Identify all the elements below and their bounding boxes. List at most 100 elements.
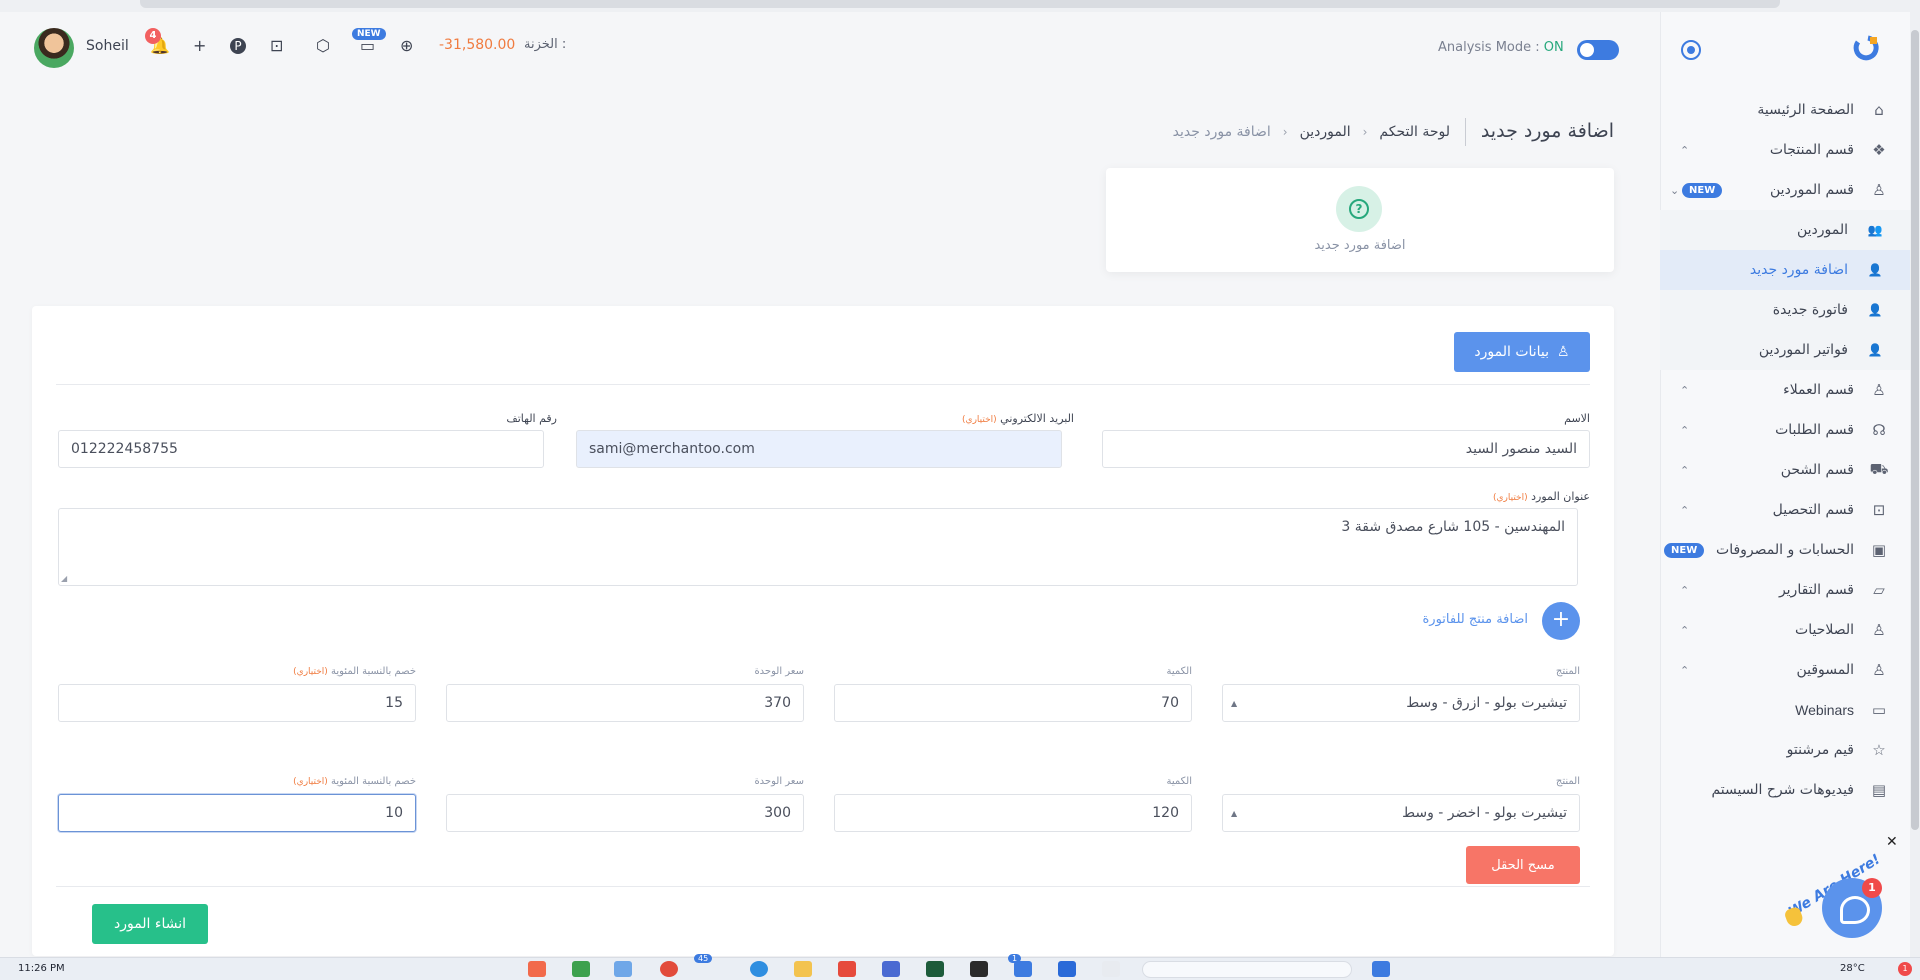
- quantity-field[interactable]: 70: [834, 684, 1192, 722]
- sidebar: ⌂ الصفحة الرئيسية ❖ قسم المنتجات ⌃ ♙ قسم الم…: [1660, 12, 1910, 957]
- user-icon: ♙: [1872, 181, 1886, 199]
- chat-count-badge: 1: [1862, 878, 1882, 898]
- target-icon[interactable]: [1681, 40, 1701, 60]
- globe-icon[interactable]: ⊕: [400, 36, 413, 55]
- sidebar-item-orders[interactable]: ☊ قسم الطلبات ⌃: [1660, 410, 1910, 450]
- parking-icon[interactable]: P: [230, 38, 246, 54]
- clear-field-button[interactable]: مسح الحقل: [1466, 846, 1580, 884]
- sidebar-item-label: الحسابات و المصروفات: [1716, 542, 1854, 558]
- box-icon[interactable]: ⬡: [316, 36, 330, 55]
- sidebar-item-accounts[interactable]: ▣ الحسابات و المصروفات NEW: [1660, 530, 1910, 570]
- supplier-data-tab[interactable]: بيانات المورد ♙: [1454, 332, 1590, 372]
- discount-field[interactable]: 10: [58, 794, 416, 832]
- app-icon[interactable]: [838, 961, 856, 977]
- phone-field[interactable]: 012222458755: [58, 430, 544, 468]
- app-icon[interactable]: [572, 961, 590, 977]
- edge-icon[interactable]: [750, 961, 768, 977]
- product-label: المنتج: [1555, 776, 1580, 787]
- new-badge: NEW: [1664, 542, 1705, 558]
- sidebar-item-customers[interactable]: ♙ قسم العملاء ⌃: [1660, 370, 1910, 410]
- sidebar-item-rate[interactable]: ☆ قيم مرشنتو: [1660, 730, 1910, 770]
- discount-field[interactable]: 15: [58, 684, 416, 722]
- sidebar-item-webinars[interactable]: ▭ Webinars: [1660, 690, 1910, 730]
- select-arrow-icon: ▲: [1231, 808, 1238, 818]
- treasury-value: -31,580.00: [439, 37, 516, 53]
- avatar[interactable]: [34, 28, 74, 68]
- sidebar-item-label: قيم مرشنتو: [1786, 742, 1854, 758]
- logo[interactable]: [1852, 34, 1882, 64]
- app-icon[interactable]: [614, 961, 632, 977]
- new-badge: NEW: [352, 28, 386, 40]
- clock: 11:26 PM: [18, 963, 65, 974]
- new-badge: NEW: [1682, 182, 1723, 198]
- sidebar-item-permissions[interactable]: ♙ الصلاحيات ⌃: [1660, 610, 1910, 650]
- camera-icon[interactable]: ⊡: [270, 36, 283, 55]
- windows-icon[interactable]: [1372, 961, 1390, 977]
- folder-icon[interactable]: [794, 961, 812, 977]
- app-icon[interactable]: [970, 961, 988, 977]
- quantity-label: الكمية: [1166, 666, 1192, 677]
- sidebar-item-reports[interactable]: ▱ قسم التقارير ⌃: [1660, 570, 1910, 610]
- plus-icon[interactable]: +: [193, 36, 206, 55]
- scrollbar-thumb[interactable]: [1911, 30, 1919, 830]
- chrome-icon[interactable]: [660, 961, 678, 977]
- unit-price-label: سعر الوحدة: [754, 776, 804, 787]
- sidebar-item-marketers[interactable]: ♙ المسوقين ⌃: [1660, 650, 1910, 690]
- page-scrollbar[interactable]: [1910, 12, 1920, 957]
- address-field[interactable]: المهندسين - 105 شارع مصدق شقة 3 ◢: [58, 508, 1578, 586]
- user-plus-icon: 👤: [1867, 343, 1883, 357]
- wallet-icon: ▣: [1871, 541, 1887, 559]
- sidebar-item-label: فاتورة جديدة: [1772, 302, 1848, 318]
- username[interactable]: Soheil: [86, 38, 129, 54]
- chevron-up-icon: ⌃: [1680, 383, 1690, 397]
- truck-icon: ⛟: [1869, 460, 1889, 478]
- add-product-button[interactable]: +: [1542, 602, 1580, 640]
- sidebar-item-new-invoice[interactable]: 👤 فاتورة جديدة: [1660, 290, 1910, 330]
- sidebar-item-videos[interactable]: ▤ فيديوهات شرح السيستم: [1660, 770, 1910, 810]
- unit-price-field[interactable]: 370: [446, 684, 804, 722]
- sidebar-item-suppliers[interactable]: ♙ قسم الموردين NEW ⌄: [1660, 170, 1910, 210]
- sidebar-item-products[interactable]: ❖ قسم المنتجات ⌃: [1660, 130, 1910, 170]
- app-icon[interactable]: [1058, 961, 1076, 977]
- chevron-up-icon: ⌃: [1680, 663, 1690, 677]
- sidebar-item-label: اضافة مورد جديد: [1749, 262, 1848, 278]
- app-icon[interactable]: [1014, 961, 1032, 977]
- notification-badge[interactable]: 1: [1898, 962, 1912, 976]
- unit-price-field[interactable]: 300: [446, 794, 804, 832]
- optional-tag: (اختياري): [293, 667, 328, 677]
- unit-price-label: سعر الوحدة: [754, 666, 804, 677]
- report-icon: ▱: [1873, 581, 1885, 599]
- app-icon[interactable]: [882, 961, 900, 977]
- name-field[interactable]: السيد منصور السيد: [1102, 430, 1590, 468]
- sidebar-item-add-supplier[interactable]: 👤 اضافة مورد جديد: [1660, 250, 1910, 290]
- resize-handle-icon[interactable]: ◢: [61, 574, 67, 583]
- sidebar-item-supplier-invoices[interactable]: 👤 فواتير الموردين: [1660, 330, 1910, 370]
- user-plus-icon: 👤: [1867, 303, 1883, 317]
- breadcrumb-suppliers[interactable]: الموردين: [1300, 124, 1351, 140]
- sidebar-item-label: قسم الشحن: [1780, 462, 1854, 478]
- sidebar-item-shipping[interactable]: ⛟ قسم الشحن ⌃: [1660, 450, 1910, 490]
- home-icon: ⌂: [1874, 101, 1884, 119]
- email-field[interactable]: sami@merchantoo.com: [576, 430, 1062, 468]
- add-product-label[interactable]: اضافة منتج للفاتورة: [1423, 612, 1529, 627]
- star-icon: ☆: [1872, 741, 1886, 759]
- app-icon[interactable]: [528, 961, 546, 977]
- breadcrumb-dashboard[interactable]: لوحة التحكم: [1379, 124, 1450, 140]
- product-select[interactable]: تيشيرت بولو - ازرق - وسط ▲: [1222, 684, 1580, 722]
- user-icon: ♙: [1557, 344, 1570, 360]
- chevron-left-icon: ‹: [1282, 125, 1288, 139]
- analysis-state: ON: [1543, 40, 1564, 55]
- temperature: 28°C: [1840, 963, 1865, 974]
- app-icon[interactable]: [1102, 961, 1120, 977]
- sidebar-item-collection[interactable]: ⊡ قسم التحصيل ⌃: [1660, 490, 1910, 530]
- app-icon[interactable]: [926, 961, 944, 977]
- analysis-toggle[interactable]: [1577, 40, 1619, 60]
- taskbar-search[interactable]: [1142, 961, 1352, 978]
- sidebar-item-suppliers-list[interactable]: 👥 الموردين: [1660, 210, 1910, 250]
- create-supplier-button[interactable]: انشاء المورد: [92, 904, 208, 944]
- breadcrumb-current: اضافة مورد جديد: [1172, 124, 1271, 140]
- product-select[interactable]: تيشيرت بولو - اخضر - وسط ▲: [1222, 794, 1580, 832]
- sidebar-item-home[interactable]: ⌂ الصفحة الرئيسية: [1660, 90, 1910, 130]
- close-icon[interactable]: ✕: [1886, 834, 1898, 850]
- quantity-field[interactable]: 120: [834, 794, 1192, 832]
